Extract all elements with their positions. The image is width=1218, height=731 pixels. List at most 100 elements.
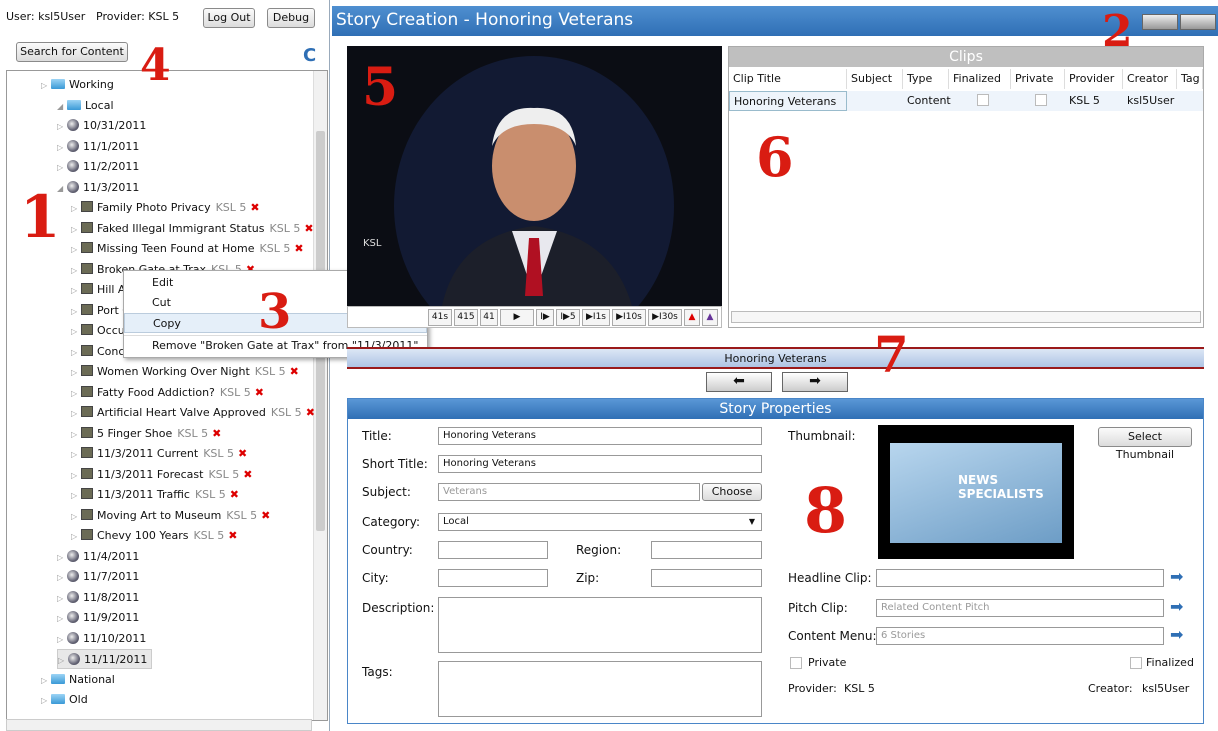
remove-icon[interactable]: ✖	[250, 201, 259, 214]
move-left-button[interactable]: ⬅	[706, 372, 772, 392]
expand-icon[interactable]: ▷	[71, 527, 81, 547]
tree-date-node[interactable]: ◢ 11/3/2011	[57, 178, 139, 198]
tree-vertical-scrollbar[interactable]	[313, 71, 327, 720]
clips-horizontal-scrollbar[interactable]	[731, 311, 1201, 323]
category-select[interactable]: Local ▼	[438, 513, 762, 531]
expand-icon[interactable]: ▷	[71, 425, 81, 445]
expand-icon[interactable]: ▷	[71, 384, 81, 404]
search-for-content-button[interactable]: Search for Content	[16, 42, 128, 62]
tree-horizontal-scrollbar[interactable]	[6, 719, 312, 731]
headline-arrow-icon[interactable]: ➡	[1170, 567, 1183, 586]
expand-icon[interactable]: ◢	[57, 97, 67, 117]
col-subject[interactable]: Subject	[847, 69, 903, 89]
col-creator[interactable]: Creator	[1123, 69, 1177, 89]
tree-story-node[interactable]: ▷ Fatty Food Addiction? KSL 5 ✖	[71, 383, 264, 403]
expand-icon[interactable]: ▷	[57, 589, 67, 609]
select-thumbnail-button[interactable]: Select Thumbnail	[1098, 427, 1192, 461]
remove-icon[interactable]: ✖	[306, 406, 315, 419]
expand-icon[interactable]: ▷	[57, 609, 67, 629]
back-frame-button[interactable]: 41	[480, 309, 498, 326]
tree-story-node[interactable]: ▷ Faked Illegal Immigrant Status KSL 5 ✖	[71, 219, 314, 239]
tree-date-node[interactable]: ▷ 11/11/2011	[57, 649, 153, 671]
cell-finalized[interactable]	[973, 91, 989, 111]
tree-story-node[interactable]: ▷ 11/3/2011 Traffic KSL 5 ✖	[71, 485, 239, 505]
expand-icon[interactable]: ▷	[71, 220, 81, 240]
tree-story-node[interactable]: ▷ 5 Finger Shoe KSL 5 ✖	[71, 424, 221, 444]
expand-icon[interactable]: ▷	[71, 486, 81, 506]
tree-date-node[interactable]: ▷ 11/9/2011	[57, 608, 139, 628]
city-input[interactable]	[438, 569, 548, 587]
expand-icon[interactable]: ▷	[71, 466, 81, 486]
expand-icon[interactable]: ▷	[71, 322, 81, 342]
tree-story-node[interactable]: ▷ Family Photo Privacy KSL 5 ✖	[71, 198, 260, 218]
tree-date-node[interactable]: ▷ 10/31/2011	[57, 116, 146, 136]
content-tree[interactable]: ▷ Working ◢ Local ▷ 10/31/2011 ▷ 11/1/2011 ▷ 11/2…	[6, 70, 328, 721]
tree-story-node[interactable]: ▷ 11/3/2011 Forecast KSL 5 ✖	[71, 465, 253, 485]
tree-folder-national[interactable]: ▷ National	[41, 670, 115, 690]
video-player[interactable]: KSL	[347, 46, 722, 356]
tree-date-node[interactable]: ▷ 11/4/2011	[57, 547, 139, 567]
expand-icon[interactable]: ▷	[71, 343, 81, 363]
region-input[interactable]	[651, 541, 762, 559]
log-out-button[interactable]: Log Out	[203, 8, 255, 28]
remove-icon[interactable]: ✖	[304, 222, 313, 235]
expand-icon[interactable]: ▷	[41, 76, 51, 96]
remove-icon[interactable]: ✖	[228, 529, 237, 542]
expand-icon[interactable]: ▷	[57, 158, 67, 178]
forward-5-frames-button[interactable]: I▶5	[556, 309, 580, 326]
headline-clip-input[interactable]	[876, 569, 1164, 587]
col-private[interactable]: Private	[1011, 69, 1065, 89]
subject-input[interactable]: Veterans	[438, 483, 700, 501]
finalized-checkbox[interactable]	[977, 94, 989, 106]
expand-icon[interactable]: ▷	[71, 199, 81, 219]
mark-in-icon[interactable]: ▲	[684, 309, 700, 326]
tree-folder-old[interactable]: ▷ Old	[41, 690, 88, 710]
debug-button[interactable]: Debug	[267, 8, 315, 28]
back-1s-button[interactable]: 41s	[428, 309, 452, 326]
tree-story-node[interactable]: ▷ Port O	[71, 301, 131, 321]
col-tag[interactable]: Tag	[1177, 69, 1203, 89]
description-textarea[interactable]	[438, 597, 762, 653]
remove-icon[interactable]: ✖	[243, 468, 252, 481]
remove-icon[interactable]: ✖	[261, 509, 270, 522]
expand-icon[interactable]: ▷	[41, 691, 51, 711]
tree-story-node[interactable]: ▷ Missing Teen Found at Home KSL 5 ✖	[71, 239, 304, 259]
expand-icon[interactable]: ▷	[71, 281, 81, 301]
expand-icon[interactable]: ▷	[57, 568, 67, 588]
title-input[interactable]: Honoring Veterans	[438, 427, 762, 445]
country-input[interactable]	[438, 541, 548, 559]
remove-icon[interactable]: ✖	[212, 427, 221, 440]
col-clip-title[interactable]: Clip Title	[729, 69, 847, 89]
expand-icon[interactable]: ▷	[58, 651, 68, 671]
zip-input[interactable]	[651, 569, 762, 587]
remove-icon[interactable]: ✖	[290, 365, 299, 378]
expand-icon[interactable]: ▷	[71, 507, 81, 527]
col-type[interactable]: Type	[903, 69, 949, 89]
play-button[interactable]: ▶	[500, 309, 534, 326]
remove-icon[interactable]: ✖	[255, 386, 264, 399]
tree-date-node[interactable]: ▷ 11/8/2011	[57, 588, 139, 608]
cell-clip-title[interactable]: Honoring Veterans	[729, 91, 847, 111]
col-finalized[interactable]: Finalized	[949, 69, 1011, 89]
remove-icon[interactable]: ✖	[230, 488, 239, 501]
forward-30s-button[interactable]: ▶I30s	[648, 309, 682, 326]
expand-icon[interactable]: ▷	[57, 630, 67, 650]
tree-date-node[interactable]: ▷ 11/2/2011	[57, 157, 139, 177]
refresh-icon[interactable]: C	[303, 45, 316, 66]
expand-icon[interactable]: ▷	[41, 671, 51, 691]
expand-icon[interactable]: ▷	[57, 138, 67, 158]
forward-arrow-icon[interactable]	[1180, 14, 1216, 30]
expand-icon[interactable]: ▷	[71, 261, 81, 281]
back-5-frames-button[interactable]: 415	[454, 309, 478, 326]
forward-1s-button[interactable]: ▶I1s	[582, 309, 610, 326]
tree-date-node[interactable]: ▷ 11/7/2011	[57, 567, 139, 587]
tree-folder-working[interactable]: ▷ Working	[41, 75, 114, 95]
pitch-arrow-icon[interactable]: ➡	[1170, 597, 1183, 616]
mark-out-icon[interactable]: ▲	[702, 309, 718, 326]
content-menu-arrow-icon[interactable]: ➡	[1170, 625, 1183, 644]
expand-icon[interactable]: ▷	[71, 363, 81, 383]
finalized-checkbox[interactable]	[1130, 657, 1142, 669]
forward-10s-button[interactable]: ▶I10s	[612, 309, 646, 326]
expand-icon[interactable]: ▷	[71, 240, 81, 260]
pitch-clip-input[interactable]: Related Content Pitch	[876, 599, 1164, 617]
